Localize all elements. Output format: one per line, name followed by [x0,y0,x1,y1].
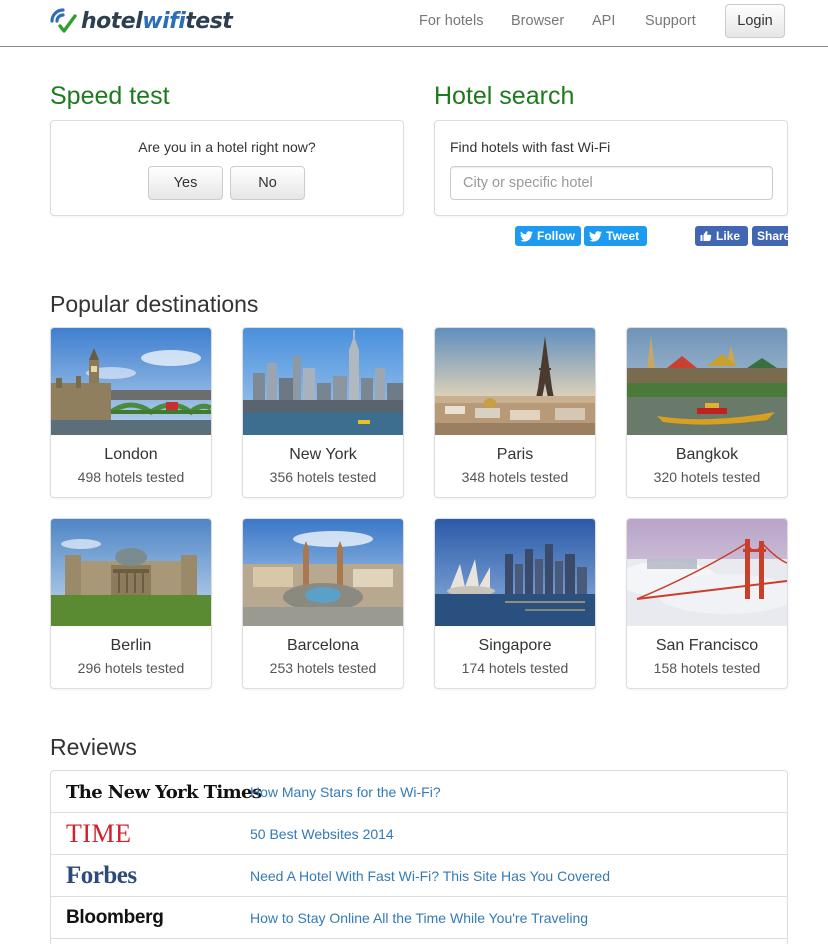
speed-test-title: Speed test [50,82,170,110]
destination-city: San Francisco [655,637,759,654]
yes-button[interactable]: Yes [148,166,223,200]
login-button[interactable]: Login [725,4,785,38]
destination-card-berlin[interactable]: Berlin 296 hotels tested [50,518,212,689]
no-button[interactable]: No [230,166,305,200]
site-logo[interactable]: hotelwifitest [49,6,233,36]
popular-destinations-title: Popular destinations [50,291,259,317]
review-link[interactable]: 50 Best Websites 2014 [250,826,394,842]
review-row: TIME 50 Best Websites 2014 [51,813,787,855]
navbar: hotelwifitest For hotels Browser API Sup… [0,0,828,47]
share-label: Share [757,229,788,243]
san-francisco-photo [627,519,787,626]
paris-photo [435,328,595,435]
nav-for-hotels[interactable]: For hotels [419,13,483,29]
destination-city: New York [289,446,357,463]
hotel-search-input[interactable] [450,166,773,200]
destination-card-bangkok[interactable]: Bangkok 320 hotels tested [626,327,788,498]
destination-city: Paris [496,446,534,463]
destination-count: 498 hotels tested [77,469,185,485]
nav-api[interactable]: API [592,13,615,29]
bangkok-photo [627,328,787,435]
review-row: Forbes Need A Hotel With Fast Wi-Fi? Thi… [51,855,787,897]
berlin-photo [51,519,211,626]
twitter-bird-icon [589,230,602,242]
time-logo: TIME [66,819,132,848]
hotel-search-panel: Find hotels with fast Wi-Fi [434,120,788,216]
hotel-search-title: Hotel search [434,82,575,110]
destination-card-new-york[interactable]: New York 356 hotels tested [242,327,404,498]
singapore-photo [435,519,595,626]
reviews-list: The New York Times How Many Stars for th… [50,770,788,944]
destination-count: 158 hotels tested [653,660,761,676]
destination-count: 356 hotels tested [269,469,377,485]
tweet-label: Tweet [606,229,640,243]
destination-city: Barcelona [286,637,360,654]
destination-count: 253 hotels tested [269,660,377,676]
destination-count: 174 hotels tested [461,660,569,676]
reviews-title: Reviews [50,734,137,760]
review-link[interactable]: How Many Stars for the Wi-Fi? [250,784,441,800]
twitter-follow-button[interactable]: Follow [515,226,581,246]
destination-card-barcelona[interactable]: Barcelona 253 hotels tested [242,518,404,689]
destination-city: London [104,446,158,463]
destination-city: Berlin [110,637,152,654]
hotel-question: Are you in a hotel right now? [138,139,316,155]
destination-city: Bangkok [675,446,739,463]
nav-browser[interactable]: Browser [511,13,564,29]
forbes-logo: Forbes [66,862,137,889]
follow-label: Follow [537,229,575,243]
destination-count: 348 hotels tested [461,469,569,485]
destination-city: Singapore [478,637,552,654]
destination-card-paris[interactable]: Paris 348 hotels tested [434,327,596,498]
barcelona-photo [243,519,403,626]
logo-wordmark: hotelwifitest [81,8,233,34]
wifi-check-logo-icon [50,8,77,33]
destination-count: 320 hotels tested [653,469,761,485]
nyt-logo: The New York Times [66,781,262,803]
bloomberg-logo: Bloomberg [66,907,164,928]
destination-card-singapore[interactable]: Singapore 174 hotels tested [434,518,596,689]
review-link[interactable]: Need A Hotel With Fast Wi-Fi? This Site … [250,868,610,884]
hotel-search-label: Find hotels with fast Wi-Fi [450,139,611,155]
like-label: Like [716,229,741,243]
destination-count: 296 hotels tested [77,660,185,676]
facebook-thumb-icon [700,231,712,242]
speed-test-panel: Are you in a hotel right now? Yes No [50,120,404,216]
london-photo [51,328,211,435]
twitter-tweet-button[interactable]: Tweet [584,226,647,246]
facebook-like-button[interactable]: Like [695,226,748,246]
review-row: Bloomberg How to Stay Online All the Tim… [51,897,787,939]
nav-support[interactable]: Support [645,13,696,29]
destination-card-london[interactable]: London 498 hotels tested [50,327,212,498]
facebook-share-button[interactable]: Share [752,226,788,246]
destination-card-san-francisco[interactable]: San Francisco 158 hotels tested [626,518,788,689]
review-row: The New York Times How Many Stars for th… [51,771,787,813]
new-york-photo [243,328,403,435]
twitter-bird-icon [520,230,533,242]
review-link[interactable]: How to Stay Online All the Time While Yo… [250,910,588,926]
